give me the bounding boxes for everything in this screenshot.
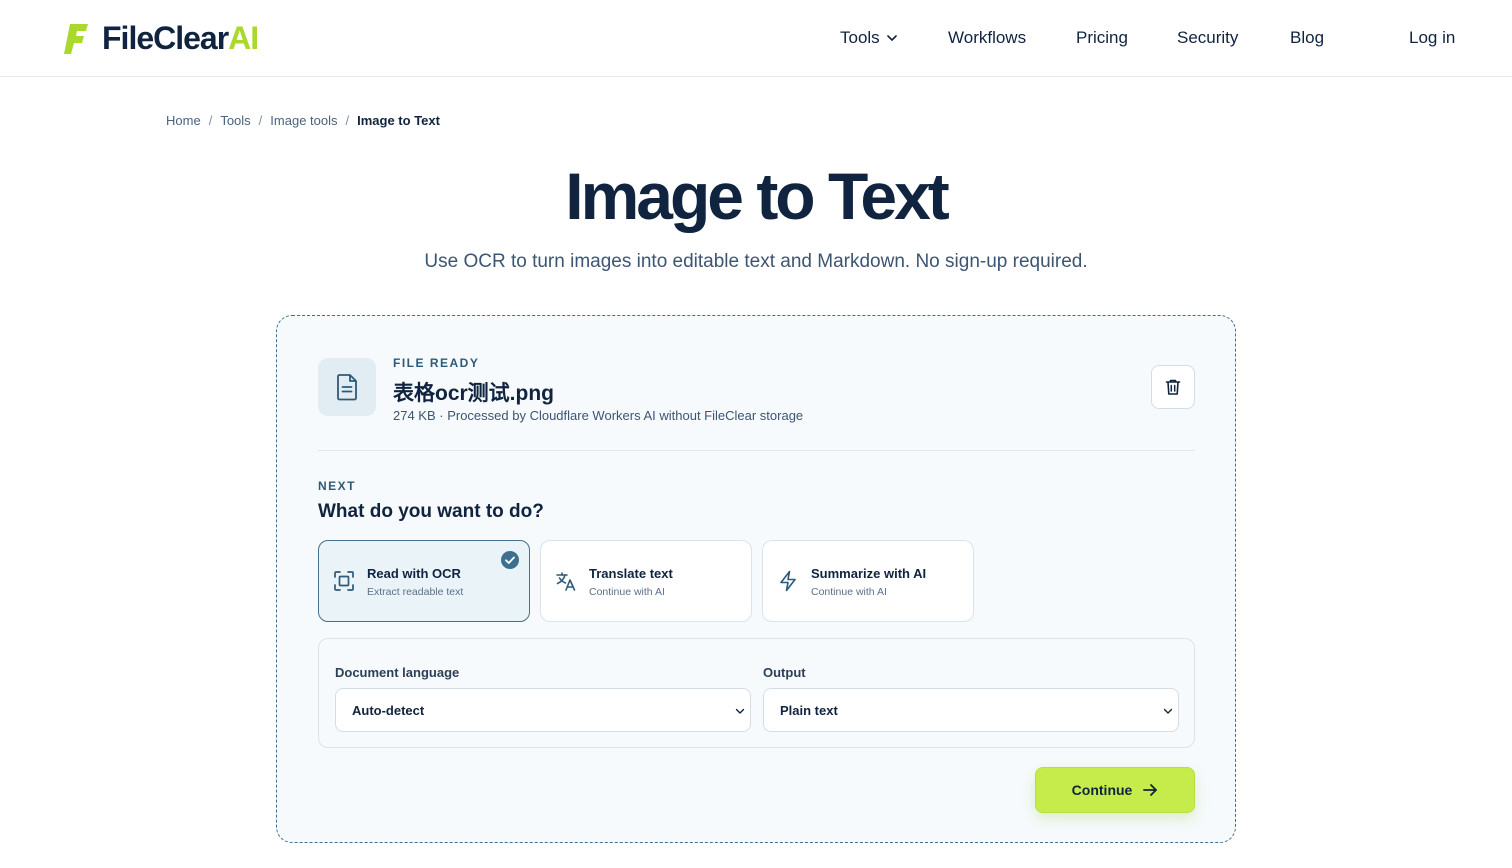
language-select[interactable]: Auto-detect (335, 688, 751, 732)
option-read-ocr[interactable]: Read with OCR Extract readable text (318, 540, 530, 622)
option-subtitle: Continue with AI (811, 586, 887, 598)
language-label: Document language (335, 665, 460, 680)
chevron-down-icon (735, 708, 745, 714)
output-select[interactable]: Plain text (763, 688, 1179, 732)
option-translate[interactable]: Translate text Continue with AI (540, 540, 752, 622)
nav-blog[interactable]: Blog (1290, 28, 1324, 48)
card-divider (318, 450, 1195, 451)
chevron-down-icon (1163, 708, 1173, 714)
nav-tools[interactable]: Tools (840, 28, 898, 48)
breadcrumb-image-tools[interactable]: Image tools (270, 113, 337, 128)
option-title: Translate text (589, 566, 673, 581)
output-label: Output (763, 665, 806, 680)
breadcrumb-separator: / (345, 113, 350, 128)
upload-card: FILE READY 表格ocr测试.png 274 KB · Processe… (276, 315, 1236, 843)
breadcrumb-current: Image to Text (357, 113, 440, 128)
option-title: Summarize with AI (811, 566, 927, 581)
option-subtitle: Extract readable text (367, 586, 464, 598)
document-icon (337, 374, 357, 401)
lightning-icon (780, 570, 796, 592)
scan-icon (334, 571, 354, 591)
breadcrumb-tools[interactable]: Tools (220, 113, 250, 128)
file-meta: 274 KB · Processed by Cloudflare Workers… (393, 408, 804, 423)
chevron-down-icon (886, 35, 897, 41)
option-subtitle: Continue with AI (589, 586, 665, 598)
nav-pricing[interactable]: Pricing (1076, 28, 1128, 48)
nav-security[interactable]: Security (1177, 28, 1238, 48)
check-circle-icon (501, 551, 519, 569)
option-title: Read with OCR (367, 566, 461, 581)
next-label: NEXT (318, 479, 357, 493)
file-status-label: FILE READY (393, 356, 480, 370)
breadcrumb: Home / Tools / Image tools / Image to Te… (166, 113, 440, 128)
breadcrumb-separator: / (208, 113, 213, 128)
arrow-right-icon (1143, 784, 1158, 796)
output-select-value: Plain text (780, 703, 838, 718)
translate-icon (556, 572, 576, 591)
next-question: What do you want to do? (318, 501, 544, 522)
breadcrumb-separator: / (258, 113, 263, 128)
nav-tools-label: Tools (840, 28, 880, 47)
main-nav: Tools Workflows Pricing Security Blog Lo… (0, 28, 1512, 52)
breadcrumb-home[interactable]: Home (166, 113, 201, 128)
delete-file-button[interactable] (1151, 365, 1195, 409)
nav-workflows[interactable]: Workflows (948, 28, 1026, 48)
language-select-value: Auto-detect (352, 703, 425, 718)
continue-label: Continue (1071, 782, 1133, 798)
page-title: Image to Text (565, 159, 950, 233)
option-summarize[interactable]: Summarize with AI Continue with AI (762, 540, 974, 622)
file-thumbnail (318, 358, 376, 416)
site-header: FileClearAI Tools Workflows Pricing Secu… (0, 0, 1512, 77)
login-link[interactable]: Log in (1409, 28, 1455, 48)
file-name: 表格ocr测试.png (393, 382, 554, 405)
trash-icon (1165, 379, 1181, 395)
ocr-settings-panel: Document language Auto-detect Output Pla… (318, 638, 1195, 748)
page-subtitle: Use OCR to turn images into editable tex… (424, 251, 1088, 272)
continue-button[interactable]: Continue (1035, 767, 1195, 813)
